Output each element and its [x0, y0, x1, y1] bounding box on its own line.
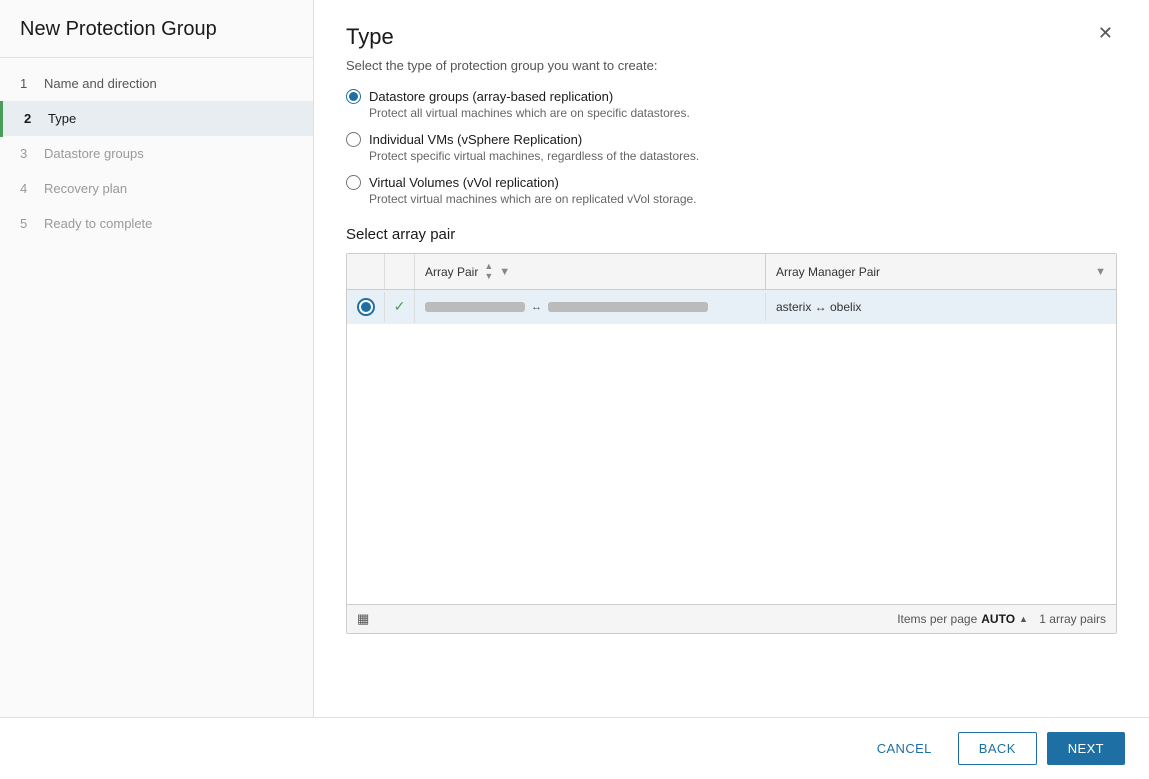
items-per-page-value: AUTO [981, 612, 1015, 626]
sort-asc-icon[interactable]: ▲ [484, 262, 493, 271]
row-radio-dot [359, 300, 373, 314]
step-2-label: Type [48, 111, 76, 126]
table-row[interactable]: ✓ ↔ asterix ↔ obelix [347, 290, 1116, 324]
blur-right [548, 302, 708, 312]
expand-icon[interactable]: ▦ [357, 611, 369, 627]
main-header: Type ✕ [346, 24, 1117, 50]
bidirectional-arrow-icon: ↔ [531, 301, 542, 313]
items-per-page-label: Items per page [897, 612, 977, 626]
sidebar-step-3: 3 Datastore groups [0, 136, 313, 171]
th-manager-pair-label: Array Manager Pair [776, 265, 880, 279]
sort-desc-icon[interactable]: ▼ [484, 272, 493, 281]
table-footer-right: Items per page AUTO ▲ 1 array pairs [897, 612, 1106, 626]
radio-group: Datastore groups (array-based replicatio… [346, 89, 1117, 206]
dialog-footer: CANCEL BACK NEXT [0, 717, 1149, 779]
total-array-pairs: 1 array pairs [1039, 612, 1106, 626]
cancel-button[interactable]: CANCEL [861, 733, 948, 764]
sidebar: New Protection Group 1 Name and directio… [0, 0, 314, 717]
sidebar-step-5: 5 Ready to complete [0, 206, 313, 241]
radio-desc-datastore: Protect all virtual machines which are o… [369, 106, 1117, 120]
step-5-num: 5 [20, 216, 34, 231]
filter-icon-array-pair[interactable]: ▼ [499, 266, 510, 278]
active-indicator [0, 101, 3, 137]
main-title: Type [346, 24, 394, 50]
step-1-num: 1 [20, 76, 34, 91]
radio-text-vms: Individual VMs (vSphere Replication) [369, 132, 582, 147]
radio-option-vvol: Virtual Volumes (vVol replication) Prote… [346, 175, 1117, 206]
blur-left [425, 302, 525, 312]
radio-label-vvol[interactable]: Virtual Volumes (vVol replication) [346, 175, 1117, 190]
close-button[interactable]: ✕ [1094, 24, 1117, 42]
filter-icon-manager-pair[interactable]: ▼ [1095, 266, 1106, 278]
radio-text-datastore: Datastore groups (array-based replicatio… [369, 89, 613, 104]
table-footer-left: ▦ [357, 611, 369, 627]
table-header: Array Pair ▲ ▼ ▼ Array Manager Pair ▼ [347, 254, 1116, 290]
radio-input-vms[interactable] [346, 132, 361, 147]
td-array-pair: ↔ [415, 293, 766, 321]
td-select[interactable] [347, 292, 385, 322]
sidebar-step-1: 1 Name and direction [0, 66, 313, 101]
td-status: ✓ [385, 290, 415, 323]
radio-option-vms: Individual VMs (vSphere Replication) Pro… [346, 132, 1117, 163]
th-array-pair-label: Array Pair [425, 265, 478, 279]
sidebar-title: New Protection Group [0, 0, 313, 58]
radio-label-vms[interactable]: Individual VMs (vSphere Replication) [346, 132, 1117, 147]
step-4-label: Recovery plan [44, 181, 127, 196]
step-5-label: Ready to complete [44, 216, 152, 231]
radio-text-vvol: Virtual Volumes (vVol replication) [369, 175, 559, 190]
radio-desc-vvol: Protect virtual machines which are on re… [369, 192, 1117, 206]
array-pair-table: Array Pair ▲ ▼ ▼ Array Manager Pair ▼ [346, 253, 1117, 634]
radio-input-vvol[interactable] [346, 175, 361, 190]
sidebar-step-4: 4 Recovery plan [0, 171, 313, 206]
step-2-num: 2 [24, 111, 38, 126]
per-page-chevron-icon[interactable]: ▲ [1019, 614, 1028, 624]
table-footer: ▦ Items per page AUTO ▲ 1 array pairs [347, 604, 1116, 633]
td-manager-pair: asterix ↔ obelix [766, 292, 1116, 322]
sort-icons: ▲ ▼ [484, 262, 493, 281]
radio-desc-vms: Protect specific virtual machines, regar… [369, 149, 1117, 163]
step-4-num: 4 [20, 181, 34, 196]
table-body-empty [347, 324, 1116, 604]
subtitle: Select the type of protection group you … [346, 58, 1117, 73]
th-manager-pair: Array Manager Pair ▼ [766, 254, 1116, 289]
step-1-label: Name and direction [44, 76, 157, 91]
radio-label-datastore[interactable]: Datastore groups (array-based replicatio… [346, 89, 1117, 104]
back-button[interactable]: BACK [958, 732, 1037, 765]
radio-option-datastore: Datastore groups (array-based replicatio… [346, 89, 1117, 120]
blurred-array-pair: ↔ [425, 301, 708, 313]
th-status [385, 254, 415, 289]
step-3-label: Datastore groups [44, 146, 144, 161]
sidebar-steps: 1 Name and direction 2 Type 3 Datastore … [0, 58, 313, 241]
radio-input-datastore[interactable] [346, 89, 361, 104]
section-title: Select array pair [346, 226, 1117, 243]
main-content: Type ✕ Select the type of protection gro… [314, 0, 1149, 717]
th-array-pair: Array Pair ▲ ▼ ▼ [415, 254, 766, 289]
sidebar-step-2: 2 Type [0, 101, 313, 136]
th-select [347, 254, 385, 289]
status-check-icon: ✓ [394, 298, 406, 315]
new-protection-group-dialog: New Protection Group 1 Name and directio… [0, 0, 1149, 779]
next-button[interactable]: NEXT [1047, 732, 1125, 765]
step-3-num: 3 [20, 146, 34, 161]
